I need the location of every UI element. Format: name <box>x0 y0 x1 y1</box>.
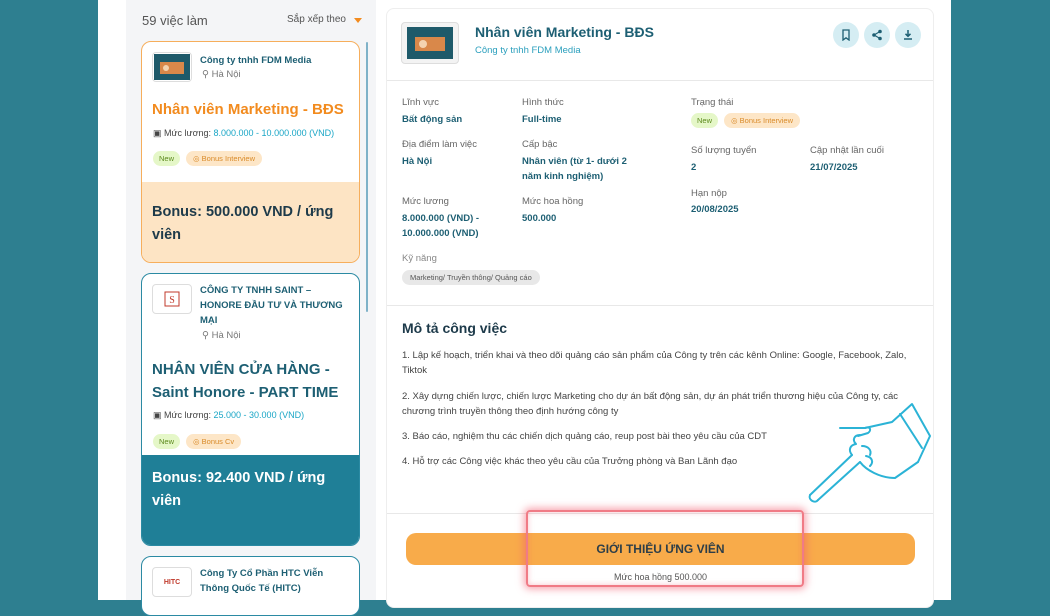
field-label: Số lượng tuyển <box>691 145 757 156</box>
company-logo <box>401 22 459 64</box>
job-title[interactable]: Nhân viên Marketing - BĐS <box>152 98 357 121</box>
field-label: Mức lương <box>402 196 449 207</box>
company-logo <box>152 52 192 82</box>
new-badge: New <box>153 151 181 166</box>
field-label: Kỹ năng <box>402 253 437 264</box>
field-value: Hà Nội <box>402 156 433 167</box>
field-label: Hình thức <box>522 97 564 108</box>
field-value: 2 <box>691 162 697 173</box>
job-card[interactable]: HITC Công Ty Cổ Phần HTC Viễn Thông Quốc… <box>141 556 360 616</box>
field-value: Bất động sản <box>402 114 463 125</box>
bonus-area: Bonus: 92.400 VND / ứng viên <box>142 455 359 545</box>
field-label: Cập nhật lần cuối <box>810 145 884 156</box>
field-label: Mức hoa hồng <box>522 196 584 207</box>
bonus-area: Bonus: 500.000 VND / ứng viên <box>142 182 359 262</box>
field-value: 20/08/2025 <box>691 204 739 215</box>
download-icon <box>904 30 912 40</box>
field-label: Hạn nộp <box>691 188 727 199</box>
svg-text:S: S <box>169 295 175 306</box>
status-tags: New ◎ Bonus Interview <box>691 113 801 128</box>
field-label: Địa điểm làm việc <box>402 139 477 150</box>
money-icon: ▣ <box>153 410 162 420</box>
job-tags: New ◎ Bonus Cv <box>153 434 242 449</box>
job-salary: ▣ Mức lương: 8.000.000 - 10.000.000 (VND… <box>153 128 335 138</box>
bookmark-button[interactable] <box>833 22 859 48</box>
field-value: Full-time <box>522 114 562 125</box>
share-icon <box>872 29 882 41</box>
company-logo: HITC <box>152 567 192 597</box>
detail-job-title: Nhân viên Marketing - BĐS <box>475 24 654 40</box>
coin-icon: ◎ <box>193 437 200 446</box>
field-label: Trạng thái <box>691 97 734 108</box>
skill-tag: Marketing/ Truyền thông/ Quảng cáo <box>402 270 540 285</box>
sort-dropdown-label[interactable]: Sắp xếp theo <box>287 14 346 25</box>
job-salary: ▣ Mức lương: 25.000 - 30.000 (VND) <box>153 410 305 420</box>
field-label: Lĩnh vực <box>402 97 439 108</box>
job-card-selected[interactable]: Công ty tnhh FDM Media ⚲ Hà Nội Nhân viê… <box>141 41 360 263</box>
pointing-hand-icon <box>808 403 931 503</box>
description-item: 1. Lập kế hoạch, triển khai và theo dõi … <box>402 350 907 376</box>
bonus-badge: ◎ Bonus Interview <box>186 151 263 166</box>
share-button[interactable] <box>864 22 890 48</box>
company-logo: S <box>152 284 192 314</box>
detail-company-link[interactable]: Công ty tnhh FDM Media <box>475 45 581 56</box>
bonus-amount: Bonus: 92.400 VND / ứng viên <box>152 470 326 509</box>
highlight-box <box>526 510 804 587</box>
job-count: 59 việc làm <box>142 13 208 28</box>
new-badge: New <box>153 434 181 449</box>
chevron-down-icon[interactable] <box>354 18 362 23</box>
bonus-amount: Bonus: 500.000 VND / ứng viên <box>152 204 334 243</box>
bookmark-icon <box>842 29 850 41</box>
company-name: Công Ty Cổ Phần HTC Viễn Thông Quốc Tế (… <box>200 568 324 594</box>
job-location: ⚲ Hà Nội <box>202 69 241 80</box>
location-pin-icon: ⚲ <box>202 69 209 80</box>
list-scrollbar[interactable] <box>366 42 368 312</box>
location-pin-icon: ⚲ <box>202 330 209 341</box>
field-value: 21/07/2025 <box>810 162 858 173</box>
money-icon: ▣ <box>153 128 162 138</box>
company-name: Công ty tnhh FDM Media <box>200 55 312 66</box>
field-label: Cấp bậc <box>522 139 558 150</box>
download-button[interactable] <box>895 22 921 48</box>
bonus-badge: ◎ Bonus Interview <box>724 113 801 128</box>
bonus-badge: ◎ Bonus Cv <box>186 434 242 449</box>
field-value: 500.000 <box>522 213 557 224</box>
field-value: 8.000.000 (VND) - 10.000.000 (VND) <box>402 213 480 239</box>
new-badge: New <box>691 113 719 128</box>
company-name: CÔNG TY TNHH SAINT – HONORE ĐẦU TƯ VÀ TH… <box>200 285 343 326</box>
job-tags: New ◎ Bonus Interview <box>153 151 263 166</box>
job-card[interactable]: S CÔNG TY TNHH SAINT – HONORE ĐẦU TƯ VÀ … <box>141 273 360 546</box>
divider <box>387 305 933 306</box>
job-title[interactable]: NHÂN VIÊN CỬA HÀNG - Saint Honore - PART… <box>152 358 357 404</box>
divider <box>387 80 933 81</box>
coin-icon: ◎ <box>731 116 738 125</box>
coin-icon: ◎ <box>193 154 200 163</box>
job-location: ⚲ Hà Nội <box>202 330 241 341</box>
description-title: Mô tả công việc <box>402 320 508 336</box>
field-value: Nhân viên (từ 1- dưới 2 năm kinh nghiệm) <box>522 156 627 182</box>
